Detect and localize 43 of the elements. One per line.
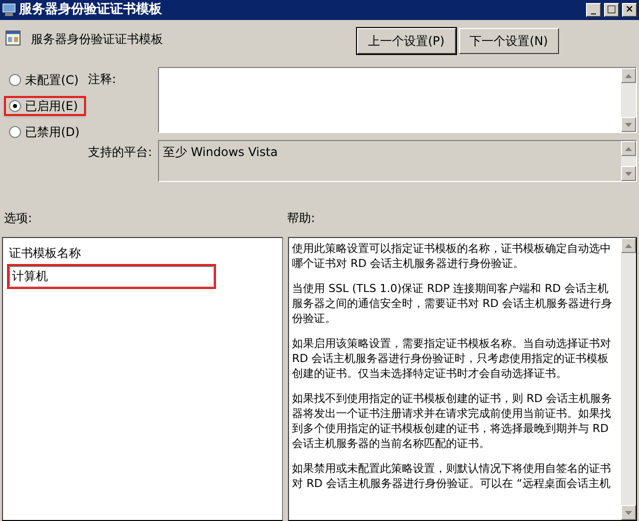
policy-icon bbox=[5, 30, 21, 46]
scrollbar[interactable] bbox=[621, 141, 636, 181]
help-paragraph: 使用此策略设置可以指定证书模板的名称，证书模板确定自动选中哪个证书对 RD 会话主机服务器进行身份验证。 bbox=[292, 241, 612, 271]
radio-label: 已禁用(D) bbox=[25, 124, 80, 141]
platform-label: 支持的平台: bbox=[88, 144, 154, 161]
down-arrow-icon bbox=[625, 122, 632, 126]
nav-button[interactable]: 下一个设置(N) bbox=[458, 28, 559, 54]
radio-button[interactable] bbox=[9, 100, 21, 112]
up-arrow-icon bbox=[625, 244, 632, 248]
help-label: 帮助: bbox=[287, 210, 316, 227]
field-label: 证书模板名称 bbox=[9, 245, 82, 262]
scroll-up-button[interactable] bbox=[621, 68, 636, 83]
help-paragraph: 当使用 SSL (TLS 1.0)保证 RDP 连接期间客户端和 RD 会话主机服务器之间的通信安全时，需要证书对 RD 会话主机服务器进行身份验证。 bbox=[292, 281, 614, 326]
nav-button[interactable]: 上一个设置(P) bbox=[357, 28, 456, 54]
scroll-down-button[interactable] bbox=[621, 166, 636, 181]
scroll-down-button[interactable] bbox=[621, 505, 636, 520]
template-name-field[interactable]: 计算机 bbox=[9, 266, 214, 287]
scroll-up-button[interactable] bbox=[621, 141, 636, 156]
policy-title: 服务器身份验证证书模板 bbox=[31, 31, 164, 48]
window-title: 服务器身份验证证书模板 bbox=[19, 1, 163, 20]
close-button[interactable]: × bbox=[622, 3, 637, 17]
radio-label: 已启用(E) bbox=[25, 98, 78, 115]
comment-field[interactable] bbox=[158, 67, 637, 133]
scrollbar[interactable] bbox=[621, 68, 636, 132]
radio-button[interactable] bbox=[9, 126, 21, 138]
radio-label: 未配置(C) bbox=[25, 72, 79, 89]
platform-value: 至少 Windows Vista bbox=[162, 144, 279, 161]
down-arrow-icon bbox=[625, 510, 632, 514]
help-paragraph: 如果禁用或未配置此策略设置，则默认情况下将使用自签名的证书对 RD 会话主机服务器进行身份验证。可以在 “远程桌面会话主机 bbox=[292, 461, 612, 491]
scroll-down-button[interactable] bbox=[621, 117, 636, 132]
radio-button[interactable] bbox=[9, 74, 21, 86]
minimize-button[interactable]: _ bbox=[586, 3, 601, 17]
help-paragraph: 如果启用该策略设置，需要指定证书模板名称。当自动选择证书对 RD 会话主机服务器进行身份验证时，只考虑使用指定的证书模板创建的证书。仅当未选择特定证书时才会自动选择证书。 bbox=[292, 336, 612, 381]
comment-label: 注释: bbox=[88, 71, 118, 88]
computer-icon bbox=[2, 3, 16, 17]
up-arrow-icon bbox=[625, 74, 632, 78]
up-arrow-icon bbox=[625, 146, 632, 150]
down-arrow-icon bbox=[625, 172, 632, 176]
maximize-button[interactable]: □ bbox=[604, 3, 619, 17]
options-label: 选项: bbox=[3, 210, 34, 227]
scroll-up-button[interactable] bbox=[621, 238, 636, 253]
help-paragraph: 如果找不到使用指定的证书模板创建的证书，则 RD 会话主机服务器将发出一个证书注册请求并在请求完成前使用当前证书。如果找到多个使用指定的证书模板创建的证书，将选择最晚到期并与 RD 会话主机服务器的当前名称匹配的证书。 bbox=[292, 391, 614, 451]
scrollbar[interactable] bbox=[621, 238, 636, 520]
